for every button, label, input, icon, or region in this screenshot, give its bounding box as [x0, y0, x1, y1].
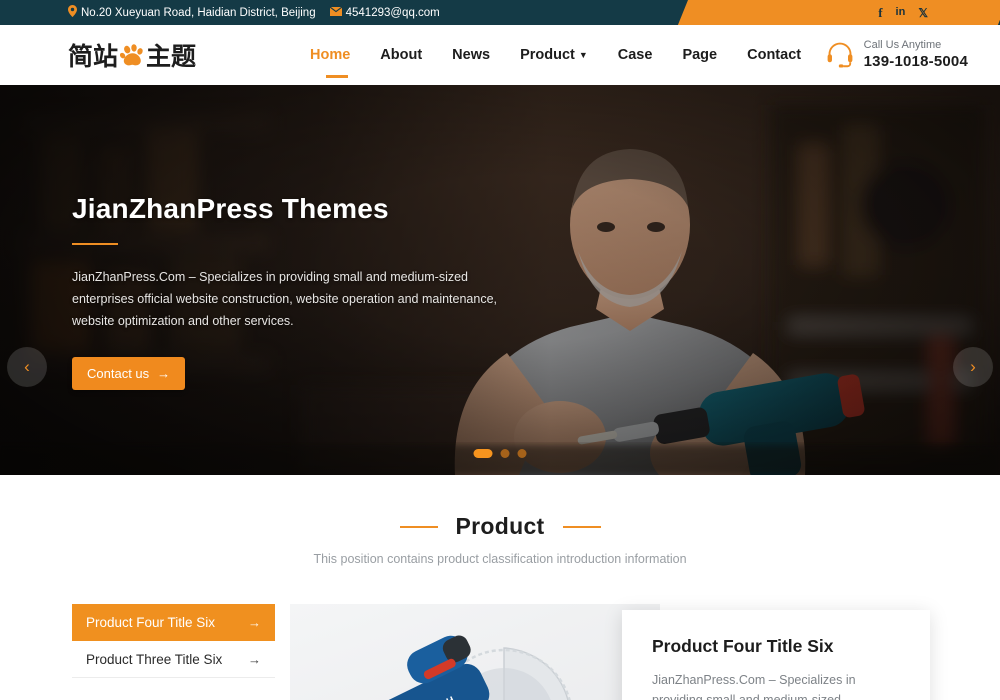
product-section-header: Product This position contains product c…: [0, 513, 1000, 566]
headset-icon: [825, 40, 855, 70]
page-root: No.20 Xueyuan Road, Haidian District, Be…: [0, 0, 1000, 700]
call-text-group: Call Us Anytime 139-1018-5004: [864, 39, 968, 72]
product-list-item-1[interactable]: Product Four Title Six →: [72, 604, 275, 641]
carousel-dot-3[interactable]: [517, 449, 527, 458]
site-logo[interactable]: 简站 主题: [68, 37, 196, 73]
title-rule-left: [399, 525, 438, 528]
product-card-title: Product Four Title Six: [652, 636, 834, 656]
product-section: Product This position contains product c…: [0, 475, 1000, 700]
carousel-prev-button[interactable]: ‹: [7, 347, 47, 387]
main-navigation: Home About News Product ▼ Case Page Cont…: [308, 25, 816, 85]
topbar-social-region: f in 𝕏: [670, 0, 1000, 25]
x-twitter-icon[interactable]: 𝕏: [918, 7, 928, 19]
hero-title: JianZhanPress Themes: [72, 193, 389, 224]
product-showcase: Product Four Title Six → Product Three T…: [0, 604, 1000, 700]
nav-label-case: Case: [617, 47, 653, 63]
contact-us-button[interactable]: Contact us →: [72, 356, 186, 390]
chevron-down-icon: ▼: [578, 50, 588, 60]
call-label: Call Us Anytime: [863, 38, 942, 51]
nav-label-about: About: [380, 47, 423, 63]
linkedin-icon[interactable]: in: [896, 7, 906, 18]
topbar-email-text: 4541293@qq.com: [345, 6, 440, 19]
location-pin-icon: [68, 5, 77, 20]
nav-item-about[interactable]: About: [365, 25, 437, 85]
topbar-contact-group: No.20 Xueyuan Road, Haidian District, Be…: [0, 0, 440, 25]
logo-text-left: 简站: [68, 43, 119, 71]
nav-label-product: Product: [520, 47, 575, 63]
product-section-subtitle: This position contains product classific…: [313, 552, 687, 566]
top-info-bar: No.20 Xueyuan Road, Haidian District, Be…: [0, 0, 1000, 25]
hero-divider: [72, 243, 118, 245]
contact-us-label: Contact us: [87, 365, 150, 381]
logo-text-right: 主题: [146, 43, 197, 71]
arrow-right-icon: →: [248, 614, 261, 630]
envelope-icon: [329, 6, 342, 19]
nav-item-home[interactable]: Home: [308, 25, 365, 85]
carousel-next-button[interactable]: ›: [953, 347, 993, 387]
paw-print-icon: [119, 42, 145, 68]
social-links: f in 𝕏: [878, 0, 1000, 25]
title-rule-right: [562, 525, 601, 528]
nav-item-page[interactable]: Page: [667, 25, 732, 85]
product-list-item-2[interactable]: Product Three Title Six →: [72, 641, 275, 678]
topbar-address-text: No.20 Xueyuan Road, Haidian District, Be…: [81, 6, 316, 19]
carousel-dot-1[interactable]: [473, 449, 493, 458]
nav-label-contact: Contact: [747, 47, 802, 63]
product-category-list: Product Four Title Six → Product Three T…: [72, 604, 275, 678]
hero-description: JianZhanPress.Com – Specializes in provi…: [72, 270, 498, 328]
hero-carousel: JianZhanPress Themes JianZhanPress.Com –…: [0, 85, 1000, 475]
product-detail-card: Product Four Title Six JianZhanPress.Com…: [622, 610, 930, 700]
product-image[interactable]: BOSCH BOSCH: [290, 604, 660, 700]
site-header: 简站 主题 Home About News Product ▼ Case Pag…: [0, 25, 1000, 85]
call-number: 139-1018-5004: [863, 52, 968, 70]
product-list-item-2-label: Product Three Title Six: [86, 651, 223, 667]
product-title-row: Product: [0, 513, 1000, 540]
facebook-icon[interactable]: f: [878, 6, 882, 19]
chevron-right-icon: ›: [970, 357, 976, 376]
nav-item-news[interactable]: News: [437, 25, 505, 85]
chevron-left-icon: ‹: [24, 357, 30, 376]
carousel-dot-2[interactable]: [500, 449, 510, 458]
carousel-indicators: [473, 449, 527, 458]
arrow-right-icon: →: [248, 651, 261, 667]
call-us-block[interactable]: Call Us Anytime 139-1018-5004: [825, 39, 968, 72]
nav-label-page: Page: [682, 47, 718, 63]
nav-label-news: News: [452, 47, 491, 63]
nav-item-case[interactable]: Case: [603, 25, 668, 85]
product-section-title: Product: [455, 513, 545, 539]
nav-item-contact[interactable]: Contact: [732, 25, 816, 85]
hero-content: JianZhanPress Themes JianZhanPress.Com –…: [72, 193, 532, 390]
nav-item-product[interactable]: Product ▼: [505, 25, 603, 85]
nav-label-home: Home: [310, 47, 351, 63]
product-list-item-1-label: Product Four Title Six: [86, 614, 216, 630]
topbar-email[interactable]: 4541293@qq.com: [329, 6, 440, 19]
arrow-right-icon: →: [157, 365, 171, 381]
product-card-description: JianZhanPress.Com – Specializes in provi…: [652, 673, 856, 700]
topbar-address: No.20 Xueyuan Road, Haidian District, Be…: [68, 5, 316, 20]
